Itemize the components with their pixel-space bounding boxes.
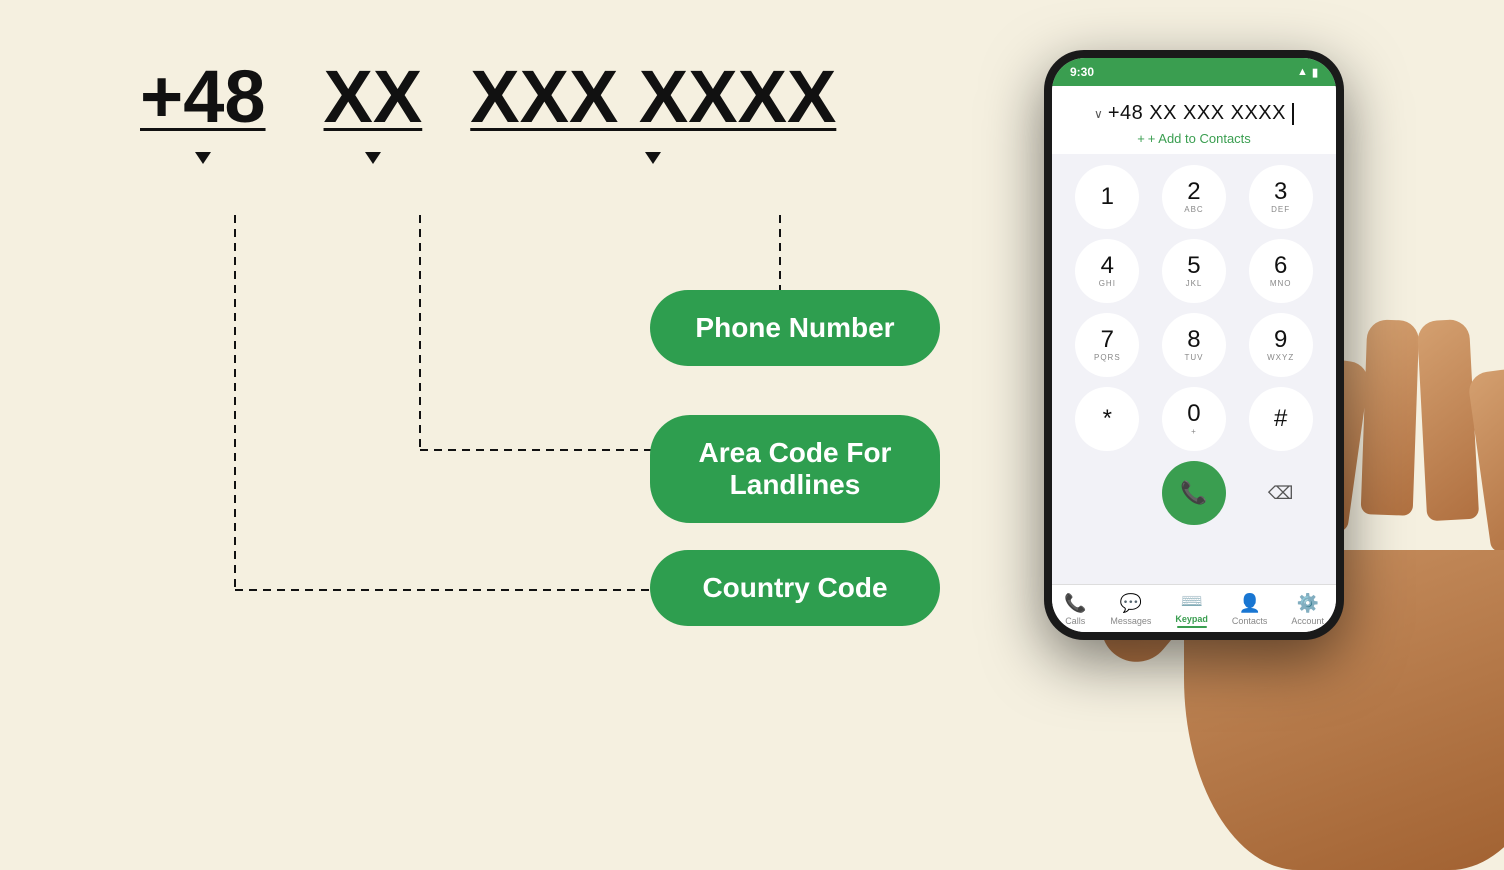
key-6[interactable]: 6 MNO (1249, 239, 1313, 303)
diagram-area: +48 XX XXX XXXX Phone Number Area Code F… (80, 60, 950, 760)
country-code-text: +48 (140, 60, 266, 134)
status-icons: ▲ ▮ (1297, 66, 1318, 79)
phone-parts-row: +48 XX XXX XXXX (140, 60, 836, 134)
signal-icon: ▲ (1297, 66, 1308, 78)
phone-number-text: XXX XXXX (470, 60, 836, 134)
key-0[interactable]: 0 + (1162, 387, 1226, 451)
finger-3 (1361, 319, 1420, 516)
nav-messages[interactable]: 💬 Messages (1110, 593, 1151, 626)
key-5[interactable]: 5 JKL (1162, 239, 1226, 303)
arrow-phone-number (645, 152, 661, 164)
call-icon: 📞 (1180, 480, 1207, 506)
nav-contacts[interactable]: 👤 Contacts (1232, 593, 1268, 626)
calls-icon: 📞 (1064, 593, 1086, 614)
key-8[interactable]: 8 TUV (1162, 313, 1226, 377)
dialer-display: ∨ +48 XX XXX XXXX + + Add to Contacts (1052, 86, 1336, 154)
active-indicator (1177, 626, 1207, 628)
finger-2 (1417, 319, 1479, 521)
keypad-grid: 1 2 ABC 3 DEF 4 GHI (1066, 162, 1322, 528)
phone-wrapper: 9:30 ▲ ▮ ∨ +48 XX XXX XXXX + + Add to Co… (994, 20, 1504, 840)
contacts-icon: 👤 (1238, 593, 1260, 614)
key-2[interactable]: 2 ABC (1162, 165, 1226, 229)
status-time: 9:30 (1070, 65, 1094, 79)
key-9[interactable]: 9 WXYZ (1249, 313, 1313, 377)
delete-button[interactable]: ⌫ (1249, 461, 1313, 525)
country-code-label: Country Code (650, 550, 940, 626)
messages-icon: 💬 (1120, 593, 1142, 614)
keypad: 1 2 ABC 3 DEF 4 GHI (1052, 154, 1336, 534)
nav-account-label: Account (1291, 616, 1324, 626)
nav-calls[interactable]: 📞 Calls (1064, 593, 1086, 626)
area-code-text: XX (324, 60, 423, 134)
key-hash[interactable]: # (1249, 387, 1313, 451)
chevron-down-icon[interactable]: ∨ (1094, 107, 1104, 121)
phone-frame: 9:30 ▲ ▮ ∨ +48 XX XXX XXXX + + Add to Co… (1044, 50, 1344, 640)
bottom-nav: 📞 Calls 💬 Messages ⌨️ Keypad 👤 Contacts (1052, 584, 1336, 632)
nav-keypad[interactable]: ⌨️ Keypad (1175, 591, 1208, 628)
key-4[interactable]: 4 GHI (1075, 239, 1139, 303)
key-7[interactable]: 7 PQRS (1075, 313, 1139, 377)
account-icon: ⚙️ (1296, 593, 1318, 614)
key-empty-left (1075, 461, 1139, 525)
nav-keypad-label: Keypad (1175, 614, 1208, 624)
area-code-label: Area Code For Landlines (650, 415, 940, 523)
key-3[interactable]: 3 DEF (1249, 165, 1313, 229)
dialer-number-text: +48 XX XXX XXXX (1108, 102, 1286, 125)
delete-icon: ⌫ (1268, 483, 1293, 504)
nav-calls-label: Calls (1065, 616, 1085, 626)
phone-number-display-row: ∨ +48 XX XXX XXXX (1062, 102, 1326, 125)
status-bar: 9:30 ▲ ▮ (1052, 58, 1336, 86)
arrow-area-code (365, 152, 381, 164)
add-to-contacts-btn[interactable]: + + Add to Contacts (1062, 131, 1326, 146)
nav-messages-label: Messages (1110, 616, 1151, 626)
arrow-country-code (195, 152, 211, 164)
battery-icon: ▮ (1312, 66, 1318, 79)
key-1[interactable]: 1 (1075, 165, 1139, 229)
keypad-icon: ⌨️ (1180, 591, 1202, 612)
call-button[interactable]: 📞 (1162, 461, 1226, 525)
plus-icon: + (1137, 131, 1145, 146)
phone-number-label: Phone Number (650, 290, 940, 366)
connector-lines-svg (80, 60, 950, 760)
nav-account[interactable]: ⚙️ Account (1291, 593, 1324, 626)
phone-screen: 9:30 ▲ ▮ ∨ +48 XX XXX XXXX + + Add to Co… (1052, 58, 1336, 632)
nav-contacts-label: Contacts (1232, 616, 1268, 626)
add-contact-label: + Add to Contacts (1148, 131, 1251, 146)
text-cursor (1292, 103, 1294, 125)
key-star[interactable]: * (1075, 387, 1139, 451)
